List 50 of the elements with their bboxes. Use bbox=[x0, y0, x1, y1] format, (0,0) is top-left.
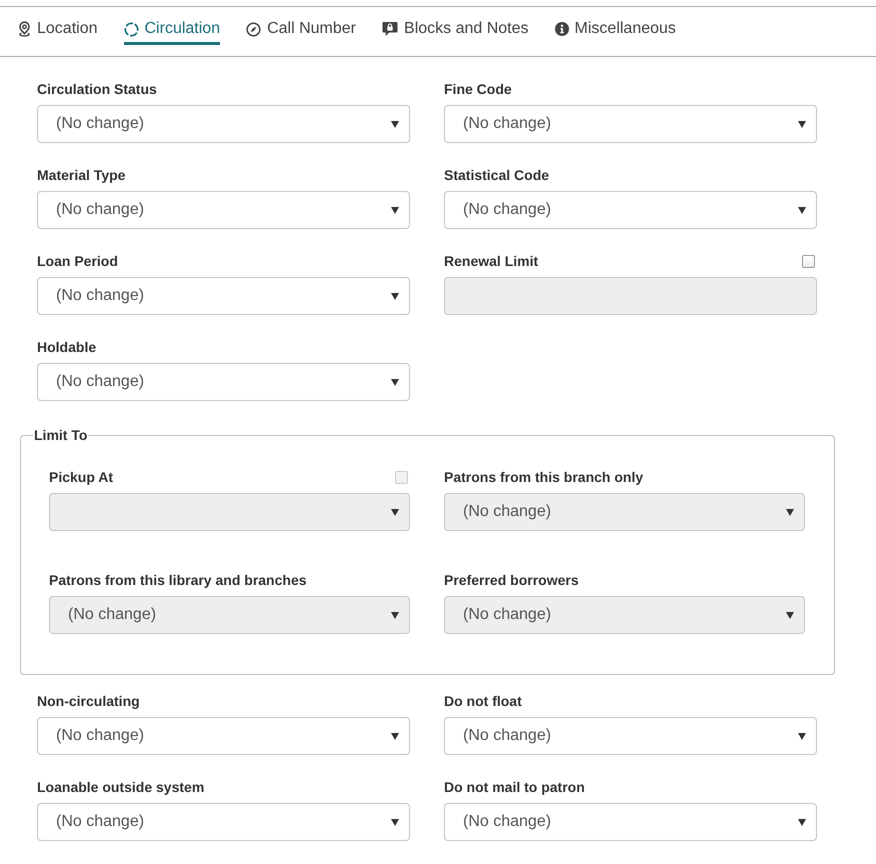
select-field[interactable]: (No change) bbox=[37, 277, 410, 315]
field-label: Non-circulating bbox=[37, 692, 140, 711]
caret-icon bbox=[391, 612, 399, 618]
select-field[interactable]: (No change) bbox=[444, 191, 817, 229]
caret-icon bbox=[786, 508, 794, 516]
field-label: Patrons from this library and branches bbox=[49, 571, 307, 590]
select-field[interactable]: (No change) bbox=[37, 105, 410, 143]
select-field[interactable]: (No change) bbox=[37, 191, 410, 229]
tab[interactable]: Location bbox=[18, 14, 98, 45]
speech-bubble-lock-icon bbox=[382, 21, 398, 37]
caret-icon bbox=[391, 292, 399, 300]
field-label: Pickup At bbox=[49, 468, 114, 487]
caret-icon bbox=[391, 206, 399, 214]
caret-icon bbox=[391, 732, 399, 740]
tab[interactable]: Call Number bbox=[246, 14, 356, 45]
field-label: Fine Code bbox=[444, 80, 512, 99]
caret-icon bbox=[391, 378, 399, 386]
field-label: Do not mail to patron bbox=[444, 778, 585, 797]
caret-icon bbox=[798, 732, 806, 740]
field-label: Do not float bbox=[444, 692, 522, 711]
field-label: Patrons from this branch only bbox=[444, 468, 644, 487]
field-label: Loanable outside system bbox=[37, 778, 204, 797]
compass-icon bbox=[246, 22, 262, 36]
info-icon bbox=[554, 22, 569, 36]
group-legend: Limit To bbox=[33, 425, 88, 445]
caret-icon bbox=[391, 120, 399, 128]
caret-icon bbox=[798, 206, 806, 214]
caret-icon bbox=[798, 818, 806, 826]
tab[interactable]: Circulation bbox=[124, 14, 220, 45]
select-field[interactable]: (No change) bbox=[444, 717, 817, 755]
field-label: Preferred borrowers bbox=[444, 571, 579, 590]
field-label: Holdable bbox=[37, 338, 96, 357]
field-label: Renewal Limit bbox=[444, 252, 538, 271]
field-label: Material Type bbox=[37, 166, 126, 185]
caret-icon bbox=[391, 508, 399, 516]
field-label: Circulation Status bbox=[37, 80, 157, 99]
select-field[interactable]: (No change) bbox=[37, 803, 410, 841]
caret-icon bbox=[798, 120, 806, 128]
select-field[interactable]: (No change) bbox=[444, 803, 817, 841]
select-field[interactable]: (No change) bbox=[444, 105, 817, 143]
select-field[interactable]: (No change) bbox=[37, 363, 410, 401]
caret-icon bbox=[391, 818, 399, 826]
caret-icon bbox=[786, 612, 794, 618]
dashed-ring-icon bbox=[124, 22, 138, 36]
field-label: Loan Period bbox=[37, 252, 118, 271]
select-field[interactable]: (No change) bbox=[37, 717, 410, 755]
tab[interactable]: Blocks and Notes bbox=[382, 14, 529, 45]
map-pin-icon bbox=[18, 21, 31, 37]
tab[interactable]: Miscellaneous bbox=[554, 14, 676, 45]
field-label: Statistical Code bbox=[444, 166, 550, 185]
